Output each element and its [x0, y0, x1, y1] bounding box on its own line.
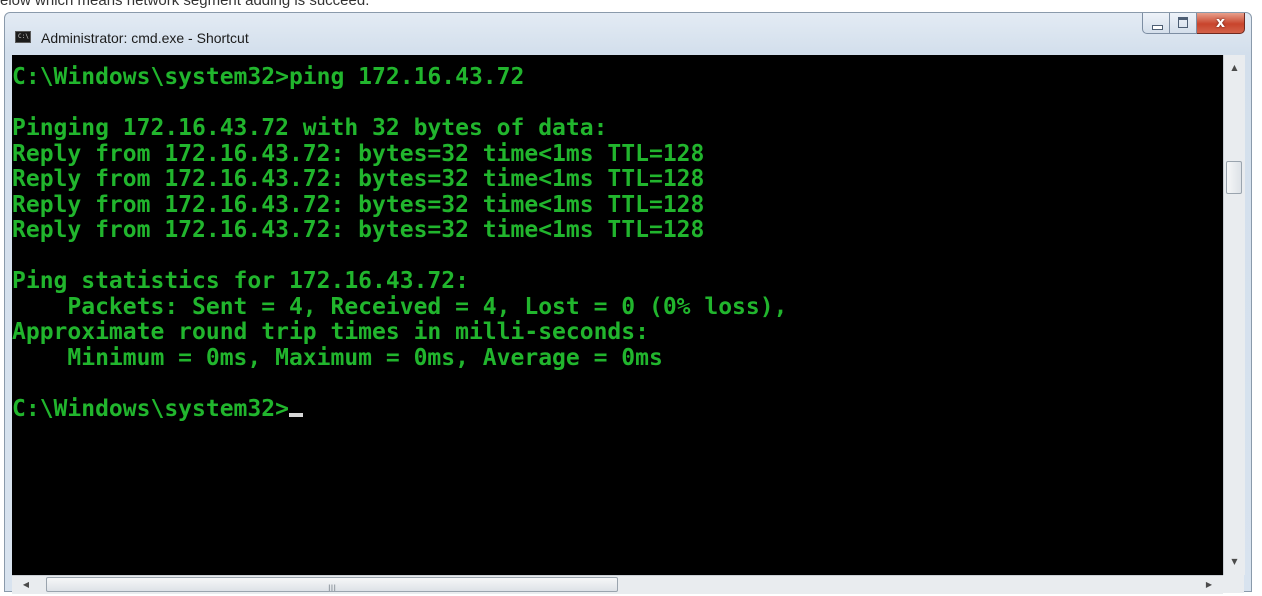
console-line: Minimum = 0ms, Maximum = 0ms, Average = … [12, 344, 663, 371]
text-cursor [288, 412, 303, 417]
console-line: Ping statistics for 172.16.43.72: [12, 268, 469, 294]
window-title: Administrator: cmd.exe - Shortcut [41, 30, 249, 46]
resize-grip[interactable] [1223, 575, 1244, 593]
console-lines: C:\Windows\system32>ping 172.16.43.72 Pi… [12, 65, 787, 422]
close-button[interactable]: x [1197, 13, 1245, 34]
console-line: Reply from 172.16.43.72: bytes=32 time<1… [12, 217, 705, 243]
maximize-button[interactable] [1170, 13, 1197, 34]
cmd-app-icon-text: C:\ [18, 33, 29, 40]
scroll-up-icon[interactable]: ▲ [1224, 59, 1245, 77]
vertical-scroll-thumb[interactable] [1226, 161, 1242, 194]
scroll-left-icon[interactable]: ◀ [16, 576, 36, 594]
page-caption: elow which means network segment adding … [0, 0, 369, 8]
vertical-scrollbar[interactable]: ▲ ▼ [1223, 55, 1245, 575]
cmd-window: C:\ Administrator: cmd.exe - Shortcut x … [4, 12, 1252, 594]
title-bar[interactable]: C:\ Administrator: cmd.exe - Shortcut x [5, 13, 1251, 55]
window-controls: x [1142, 13, 1245, 35]
minimize-icon [1152, 25, 1163, 30]
maximize-icon [1178, 17, 1188, 28]
scroll-right-icon[interactable]: ▶ [1199, 576, 1219, 594]
console-prompt-line[interactable]: C:\Windows\system32> [12, 395, 787, 423]
console-line: C:\Windows\system32>ping 172.16.43.72 [12, 64, 525, 90]
close-icon: x [1215, 15, 1226, 31]
console-line: Packets: Sent = 4, Received = 4, Lost = … [12, 293, 788, 320]
console-line: Reply from 172.16.43.72: bytes=32 time<1… [12, 191, 705, 218]
console-prompt: C:\Windows\system32> [12, 395, 289, 422]
console-line: Approximate round trip times in milli-se… [12, 319, 649, 345]
console-line: Reply from 172.16.43.72: bytes=32 time<1… [12, 166, 705, 192]
scroll-down-icon[interactable]: ▼ [1224, 553, 1245, 571]
scroll-grip-icon: III [328, 584, 336, 594]
minimize-button[interactable] [1142, 13, 1170, 34]
console-line: Reply from 172.16.43.72: bytes=32 time<1… [12, 140, 705, 167]
horizontal-scrollbar[interactable]: ◀ III ▶ [12, 575, 1223, 594]
console-line: Pinging 172.16.43.72 with 32 bytes of da… [12, 115, 608, 141]
console-output[interactable]: C:\Windows\system32>ping 172.16.43.72 Pi… [12, 55, 1223, 575]
cmd-app-icon[interactable]: C:\ [15, 31, 31, 43]
horizontal-scroll-thumb[interactable]: III [46, 577, 618, 594]
